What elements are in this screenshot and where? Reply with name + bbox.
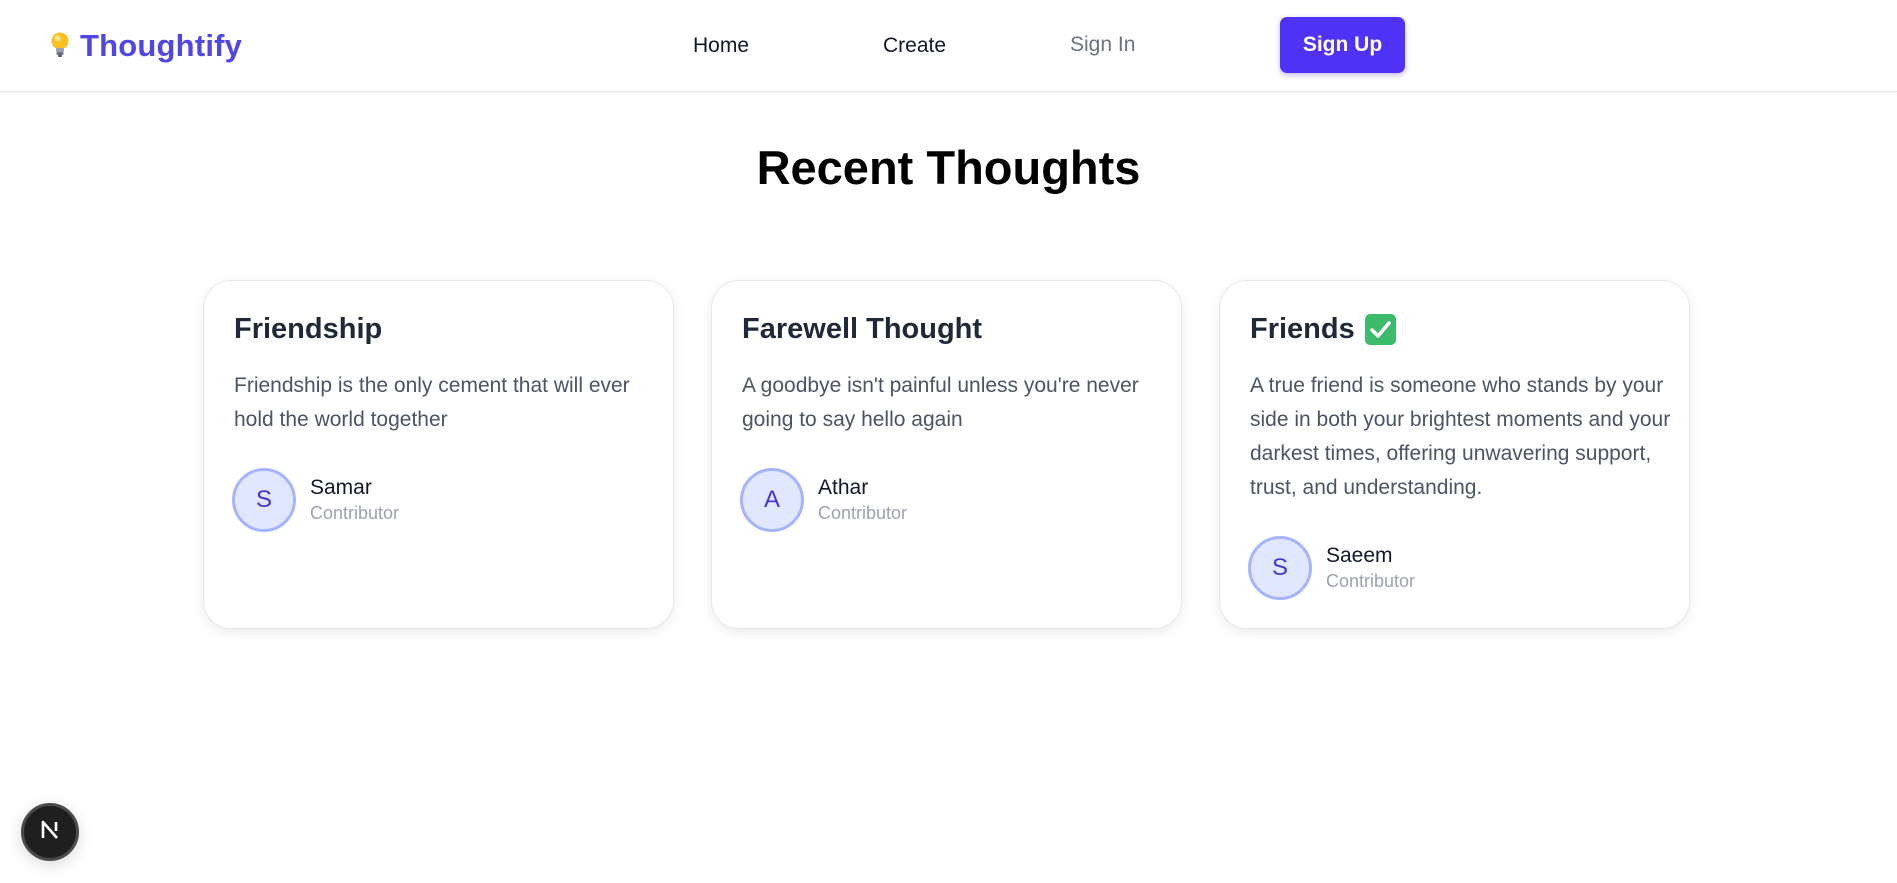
card-title: Friendship (234, 313, 382, 346)
avatar: S (1248, 536, 1312, 600)
brand-logo-link[interactable]: Thoughtify (46, 26, 242, 66)
page-title: Recent Thoughts (756, 141, 1141, 194)
lightbulb-icon (46, 29, 76, 63)
author-role: Contributor (1326, 571, 1416, 591)
top-navbar: Thoughtify Home Create Sign In Sign Up (0, 0, 1897, 92)
sign-up-button[interactable]: Sign Up (1280, 17, 1405, 73)
nextjs-icon (36, 816, 64, 849)
card-title-text: Farewell Thought (742, 313, 983, 345)
brand-name: Thoughtify (80, 28, 243, 63)
nextjs-dev-tools-button[interactable] (21, 803, 79, 861)
card-title-text: Friends (1250, 313, 1355, 345)
author-role: Contributor (310, 503, 400, 523)
avatar: S (232, 468, 296, 532)
card-body: A goodbye isn't painful unless you're ne… (742, 374, 1139, 431)
check-mark-icon (1364, 314, 1396, 345)
card-title-text: Friendship (234, 313, 383, 345)
card-author: S Saeem Contributor (1248, 536, 1415, 600)
author-info: Samar Contributor (310, 476, 399, 524)
thought-card: Friends A true friend is someone who sta… (1219, 280, 1690, 629)
card-author: A Athar Contributor (740, 468, 907, 532)
author-name: Samar (310, 476, 372, 499)
author-name: Athar (818, 476, 869, 499)
card-author: S Samar Contributor (232, 468, 399, 532)
thought-card: Friendship Friendship is the only cement… (203, 280, 674, 629)
card-body: Friendship is the only cement that will … (234, 374, 630, 431)
card-title: Friends (1250, 313, 1396, 346)
nav-link-create[interactable]: Create (883, 34, 946, 58)
author-role: Contributor (818, 503, 908, 523)
nav-link-home[interactable]: Home (693, 34, 749, 58)
thought-card: Farewell Thought A goodbye isn't painful… (711, 280, 1182, 629)
author-name: Saeem (1326, 544, 1393, 567)
nav-link-sign-in[interactable]: Sign In (1070, 33, 1135, 57)
avatar: A (740, 468, 804, 532)
author-info: Saeem Contributor (1326, 544, 1415, 592)
card-body: A true friend is someone who stands by y… (1250, 374, 1671, 499)
card-title: Farewell Thought (742, 313, 982, 346)
author-info: Athar Contributor (818, 476, 907, 524)
